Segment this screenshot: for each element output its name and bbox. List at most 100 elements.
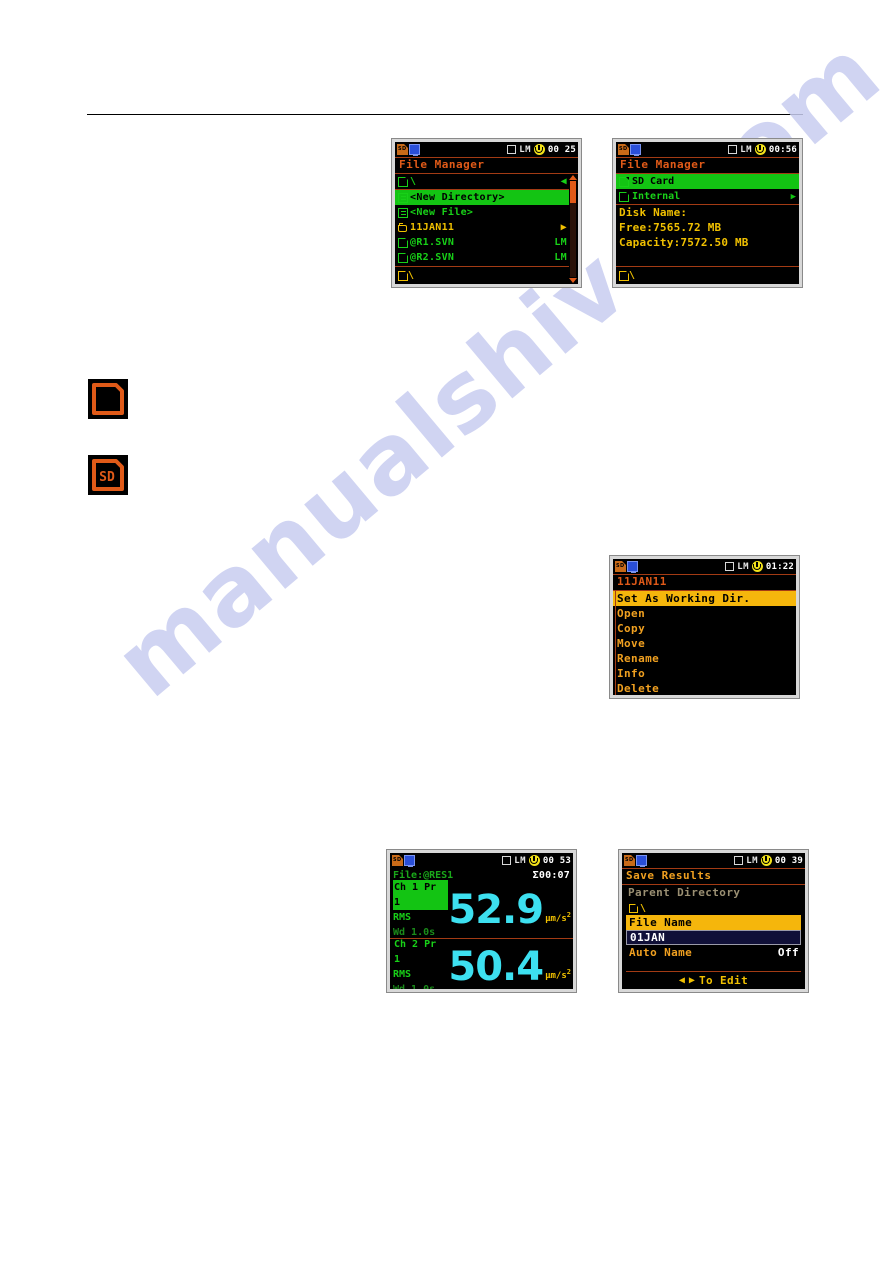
sd-card-status-label: SD — [619, 146, 628, 152]
menu-item-open[interactable]: Open — [613, 606, 796, 621]
file-name-label-text: File Name — [629, 916, 693, 929]
battery-icon — [751, 561, 763, 572]
right-arrow-icon[interactable]: ▶ — [689, 975, 695, 986]
stop-status-icon — [728, 145, 738, 154]
folder-icon — [398, 222, 408, 233]
battery-icon — [533, 144, 545, 155]
list-item-label: SD Card — [632, 176, 675, 187]
list-item-label: Internal — [632, 191, 681, 202]
stop-status-icon — [725, 562, 735, 571]
scroll-up-icon[interactable] — [569, 175, 577, 180]
clock-label: 01:22 — [765, 561, 794, 572]
sd-card-status-label: SD — [625, 857, 634, 863]
status-bar: SD LM 00 39 — [622, 853, 805, 868]
screen-title: File Manager — [616, 157, 799, 174]
status-bar: SD LM 00 53 — [390, 853, 573, 868]
sd-card-icon — [629, 903, 638, 913]
measurement-unit: µm/s2 — [543, 911, 571, 930]
menu-item-label: Set As Working Dir. — [617, 592, 751, 605]
lm-indicator: LM — [737, 561, 749, 572]
parent-directory-label: Parent Directory — [628, 886, 741, 899]
screen-save-results: SD LM 00 39 Save Results Parent Director… — [619, 850, 808, 992]
list-item-r2-svn[interactable]: @R2.SVN LM — [395, 250, 569, 265]
disk-name-label: Disk Name: — [619, 206, 688, 219]
menu-item-copy[interactable]: Copy — [613, 621, 796, 636]
footer-path: \ — [616, 266, 799, 284]
disk-icon — [619, 191, 629, 202]
detector-label: RMS — [393, 969, 412, 980]
sd-card-status-icon: SD — [397, 144, 408, 155]
clock-label: 00:56 — [768, 144, 797, 155]
list-item-badge: LM — [554, 252, 567, 263]
measurement-panel-ch1[interactable]: Ch 1 Pr 1 RMS Wd 1.0s 52.9 µm/s2 — [390, 880, 573, 938]
stop-status-icon — [507, 145, 517, 154]
parent-directory-path-label: \ — [640, 902, 647, 914]
menu-item-move[interactable]: Move — [613, 636, 796, 651]
footer-path-label: \ — [408, 270, 415, 281]
stop-status-icon — [734, 856, 744, 865]
auto-name-row[interactable]: Auto Name Off — [626, 945, 801, 960]
scroll-thumb[interactable] — [570, 181, 576, 203]
measurement-panel-ch2[interactable]: Ch 2 Pr 1 RMS Wd 1.0s 50.4 µm/s2 — [390, 938, 573, 989]
unit-exponent: 2 — [566, 911, 571, 919]
scrollbar[interactable] — [569, 174, 577, 284]
status-bar: SD LM 00:56 — [616, 142, 799, 157]
monitor-status-icon — [630, 144, 641, 156]
file-name-input[interactable]: 01JAN — [626, 930, 801, 945]
file-icon — [398, 252, 408, 263]
file-name-label[interactable]: File Name — [626, 915, 801, 930]
unit-exponent: 2 — [566, 968, 571, 976]
scroll-track[interactable] — [570, 181, 576, 277]
list-item-label: @R2.SVN — [410, 252, 455, 263]
lm-indicator: LM — [740, 144, 752, 155]
list-item-label: <New File> — [410, 207, 474, 218]
window-label: Wd 1.0s — [393, 982, 448, 989]
clock-label: 00 53 — [542, 855, 571, 866]
sd-card-icon-glyph: SD — [92, 459, 124, 491]
unit-base: µm/s — [545, 971, 567, 981]
collapse-arrow-icon[interactable]: ◀ — [561, 176, 569, 187]
sd-card-status-label: SD — [616, 563, 625, 569]
edit-hint-bar: ◀ ▶ To Edit — [626, 971, 801, 988]
monitor-status-icon — [404, 855, 415, 867]
menu-item-label: Move — [617, 637, 646, 650]
list-item-new-directory[interactable]: <New Directory> — [395, 190, 569, 205]
edit-hint-label: To Edit — [698, 973, 749, 987]
list-item-folder-11jan11[interactable]: 11JAN11 ▶ — [395, 220, 569, 235]
clock-label: 00 25 — [547, 144, 576, 155]
sd-card-status-icon: SD — [624, 855, 635, 866]
lm-indicator: LM — [746, 855, 758, 866]
expand-arrow-icon[interactable]: ▶ — [791, 177, 799, 187]
list-item-internal[interactable]: Internal ▶ — [616, 189, 799, 205]
auto-name-value: Off — [777, 946, 799, 959]
scroll-down-icon[interactable] — [569, 278, 577, 283]
menu-left-rule — [615, 591, 616, 695]
menu-item-delete[interactable]: Delete — [613, 681, 796, 695]
sd-card-icon — [398, 176, 408, 187]
battery-icon — [754, 144, 766, 155]
left-arrow-icon[interactable]: ◀ — [679, 975, 685, 986]
sd-card-status-label: SD — [398, 146, 407, 152]
menu-item-label: Copy — [617, 622, 646, 635]
auto-name-label: Auto Name — [629, 946, 693, 959]
stop-status-icon — [502, 856, 512, 865]
file-icon-glyph — [92, 383, 124, 415]
expand-arrow-icon[interactable]: ▶ — [791, 192, 799, 202]
sd-card-icon — [619, 176, 629, 187]
current-path-row[interactable]: \ ◀ — [395, 174, 569, 190]
list-item-r1-svn[interactable]: @R1.SVN LM — [395, 235, 569, 250]
expand-arrow-icon[interactable]: ▶ — [561, 222, 569, 233]
battery-icon — [528, 855, 540, 866]
screen-title: 11JAN11 — [613, 574, 796, 591]
measurement-unit: µm/s2 — [543, 968, 571, 987]
menu-item-set-as-working-dir[interactable]: Set As Working Dir. — [613, 591, 796, 606]
menu-item-info[interactable]: Info — [613, 666, 796, 681]
list-item-sd-card[interactable]: SD Card ▶ — [616, 174, 799, 189]
menu-item-rename[interactable]: Rename — [613, 651, 796, 666]
menu-item-label: Delete — [617, 682, 660, 695]
file-icon — [398, 237, 408, 248]
menu-item-label: Rename — [617, 652, 660, 665]
list-item-new-file[interactable]: <New File> — [395, 205, 569, 220]
parent-directory-path[interactable]: \ — [622, 901, 805, 915]
screen-title: File Manager — [395, 157, 578, 174]
